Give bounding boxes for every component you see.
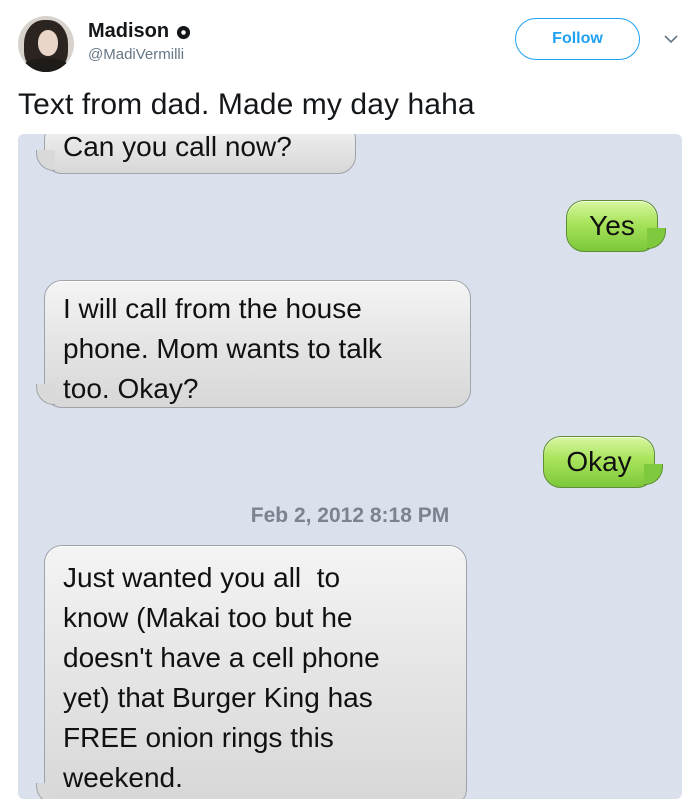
message-timestamp: Feb 2, 2012 8:18 PM [250,504,450,527]
avatar[interactable] [18,16,74,72]
message-line: I will call from the house [63,293,362,324]
outgoing-message: Yes [566,200,666,252]
badge-icon [177,25,191,40]
message-text: Can you call now? [63,134,292,162]
incoming-message: Can you call now? [36,134,356,174]
chevron-down-icon[interactable] [664,34,678,44]
message-line: doesn't have a cell phone [63,642,380,673]
message-line: too. Okay? [63,373,199,404]
message-text: Yes [589,210,635,241]
tweet-text: Text from dad. Made my day haha [18,88,475,121]
author-name-row[interactable]: Madison [88,20,191,43]
message-line: FREE onion rings this [63,722,334,753]
message-text: Okay [566,446,632,477]
message-line: Just wanted you all to [63,562,341,593]
message-line: weekend. [63,762,183,793]
message-line: know (Makai too but he [63,602,353,633]
incoming-message: Just wanted you all to know (Makai too b… [36,545,467,799]
outgoing-message: Okay [543,436,663,488]
avatar-face [38,30,58,56]
display-name[interactable]: Madison [88,20,169,43]
sms-screenshot: Can you call now? Yes I will call from t… [18,134,682,799]
message-line: phone. Mom wants to talk [63,333,383,364]
follow-button[interactable]: Follow [515,18,640,60]
user-handle[interactable]: @MadiVermilli [88,46,184,63]
avatar-shoulder [22,58,70,72]
incoming-message: I will call from the house phone. Mom wa… [36,280,471,408]
message-line: yet) that Burger King has [63,682,373,713]
